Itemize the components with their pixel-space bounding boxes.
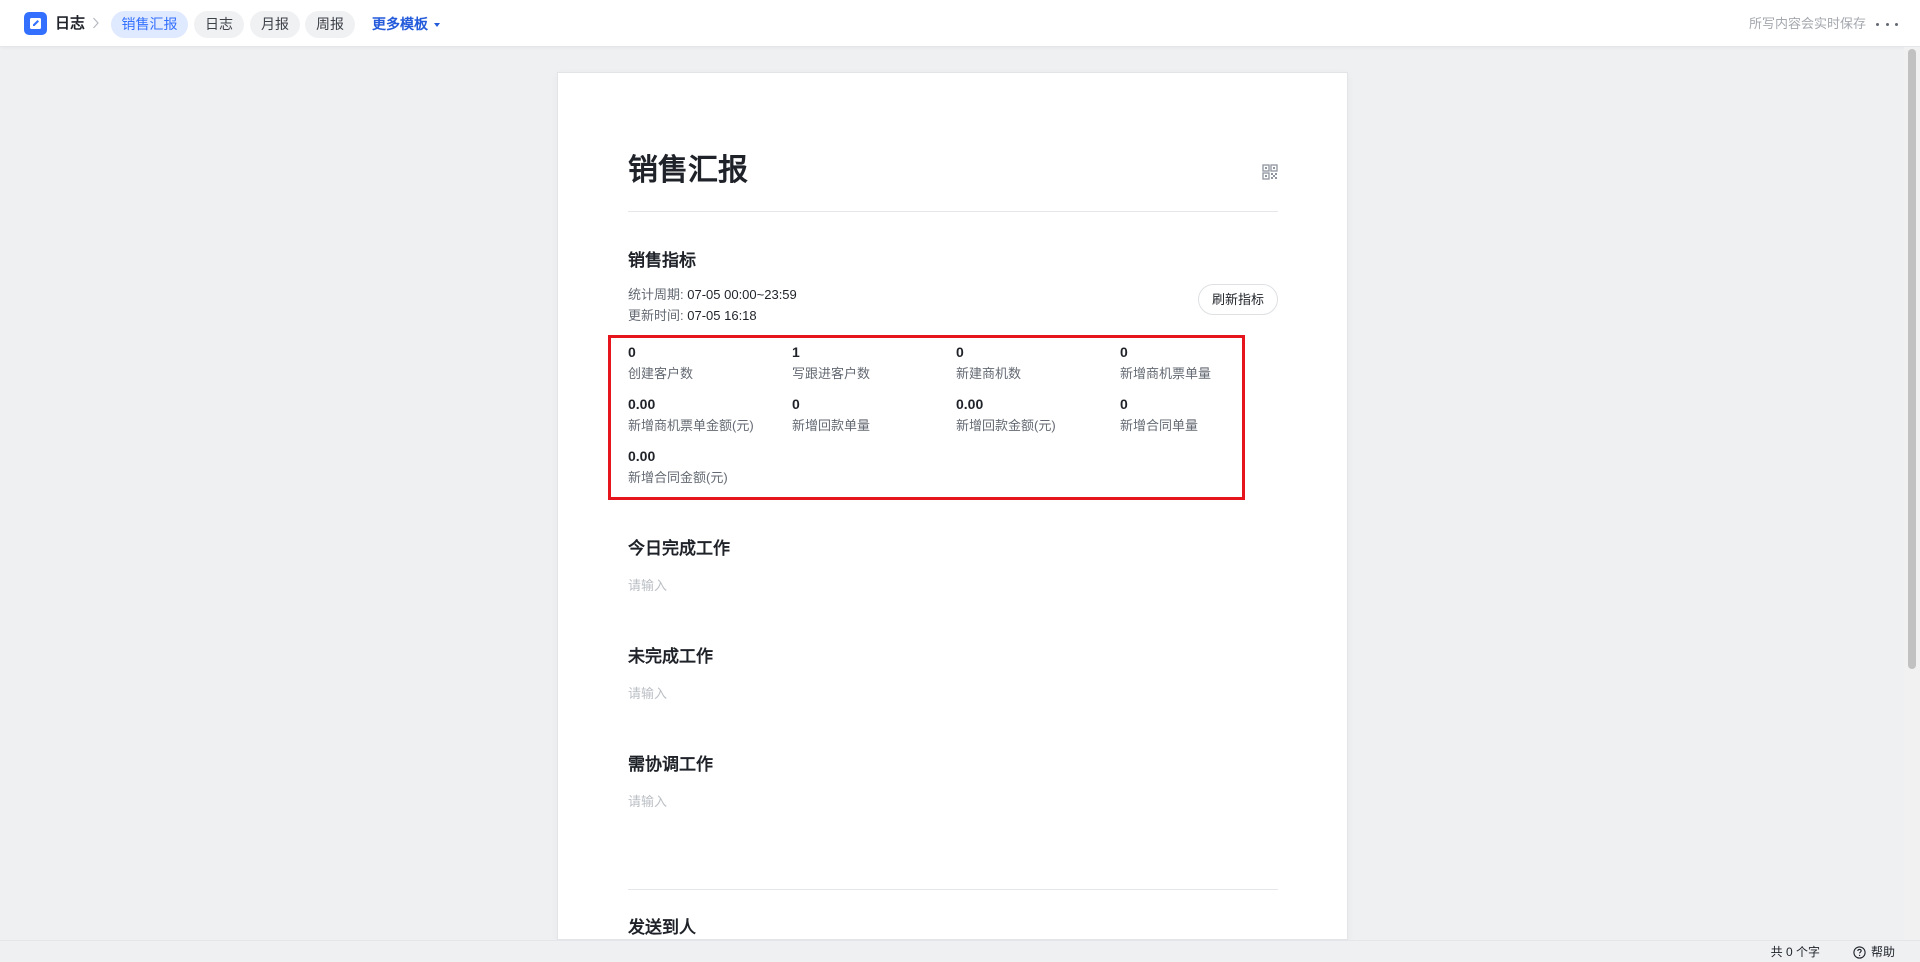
chevron-right-icon [93,17,99,29]
qr-code-icon[interactable] [1262,164,1278,180]
metric-label: 新增回款单量 [792,418,871,433]
update-time: 更新时间: 07-05 16:18 [628,306,757,326]
metric-value: 0 [628,344,636,360]
autosave-note: 所写内容会实时保存 [1748,16,1866,31]
metric-payment-orders: 0 新增回款单量 [792,394,952,436]
tab-daily-log[interactable]: 日志 [194,11,244,38]
journal-app-icon[interactable] [24,12,47,35]
scrollbar[interactable] [1904,47,1920,940]
report-document: 销售汇报 销售指标 统计周期: 07-05 00:00~23:59 更新时间: … [557,72,1348,940]
metric-followup-customers: 1 写跟进客户数 [792,342,952,384]
more-options-icon[interactable] [1876,14,1898,34]
send-divider [628,889,1278,890]
metric-value: 0 [1120,344,1128,360]
metric-new-opportunities: 0 新建商机数 [956,342,1116,384]
metric-label: 新增商机票单金额(元) [628,418,754,433]
tab-sales-report[interactable]: 销售汇报 [111,11,188,38]
more-templates-label: 更多模板 [372,16,428,32]
metric-value: 1 [792,344,800,360]
coordination-work-input[interactable]: 请输入 [628,792,1278,812]
sales-metrics-title: 销售指标 [628,251,696,270]
update-time-value: 07-05 16:18 [687,308,757,323]
metric-value: 0.00 [628,396,656,412]
metric-label: 新增合同金额(元) [628,470,728,485]
completed-work-title: 今日完成工作 [628,539,730,558]
refresh-metrics-button[interactable]: 刷新指标 [1198,284,1278,315]
metric-opportunity-amount: 0.00 新增商机票单金额(元) [628,394,788,436]
metric-label: 写跟进客户数 [792,366,871,381]
metric-value: 0.00 [628,448,656,464]
stat-period: 统计周期: 07-05 00:00~23:59 [628,285,797,305]
metric-contract-amount: 0.00 新增合同金额(元) [628,446,788,488]
update-time-label: 更新时间: [628,308,684,323]
scrollbar-thumb[interactable] [1908,49,1916,669]
metric-value: 0 [956,344,964,360]
unfinished-work-input[interactable]: 请输入 [628,684,1278,704]
tab-monthly-report[interactable]: 月报 [250,11,300,38]
help-circle-icon [1853,945,1866,959]
stat-period-value: 07-05 00:00~23:59 [687,287,797,302]
unfinished-work-title: 未完成工作 [628,647,713,666]
metric-label: 新增回款金额(元) [956,418,1056,433]
completed-work-input[interactable]: 请输入 [628,576,1278,596]
metric-label: 新增商机票单量 [1120,366,1212,381]
metric-payment-amount: 0.00 新增回款金额(元) [956,394,1116,436]
top-bar: 日志 销售汇报 日志 月报 周报 更多模板 所写内容会实时保存 [0,0,1920,47]
metric-opportunity-orders: 0 新增商机票单量 [1120,342,1280,384]
more-templates-dropdown[interactable]: 更多模板 [372,11,440,38]
metric-value: 0 [1120,396,1128,412]
metric-new-customers: 0 创建客户数 [628,342,788,384]
tab-weekly-report[interactable]: 周报 [305,11,355,38]
metric-label: 新增合同单量 [1120,418,1199,433]
metric-value: 0 [792,396,800,412]
metric-label: 新建商机数 [956,366,1022,381]
metric-contract-orders: 0 新增合同单量 [1120,394,1280,436]
metric-value: 0.00 [956,396,984,412]
caret-down-icon [434,22,440,27]
word-count: 共 0 个字 [1770,945,1820,959]
help-label: 帮助 [1870,945,1895,959]
coordination-work-title: 需协调工作 [628,755,713,774]
status-bar: 共 0 个字 帮助 [0,940,1920,962]
metric-label: 创建客户数 [628,366,694,381]
stat-period-label: 统计周期: [628,287,684,302]
send-to-title: 发送到人 [628,918,696,937]
title-divider [628,211,1278,212]
app-title[interactable]: 日志 [55,14,85,33]
help-button[interactable]: 帮助 [1853,944,1895,960]
document-title: 销售汇报 [628,154,748,187]
